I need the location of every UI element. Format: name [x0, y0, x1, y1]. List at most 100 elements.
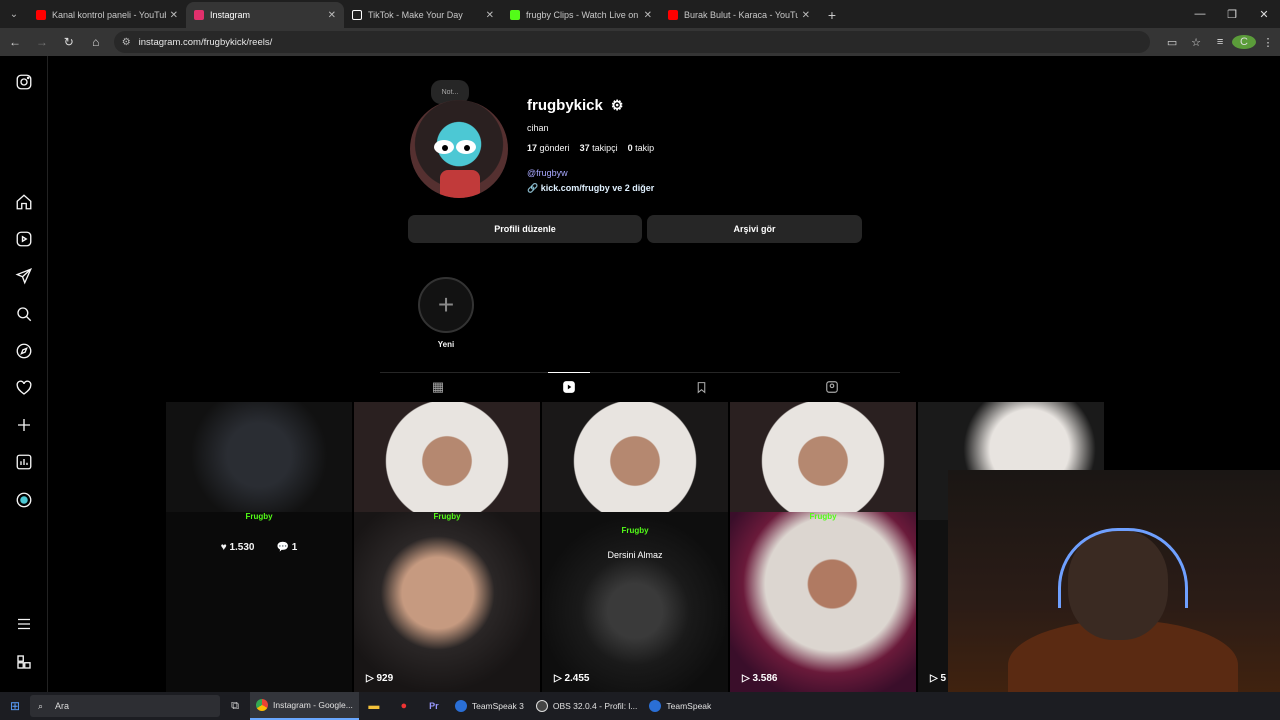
browser-tab-active[interactable]: Instagram ✕ [186, 2, 344, 28]
followers-count[interactable]: 37 takipçi [580, 143, 618, 153]
close-tab-icon[interactable]: ✕ [328, 10, 336, 21]
followers-number: 37 [579, 143, 590, 153]
following-count[interactable]: 0 takip [628, 143, 655, 153]
notifications-heart-icon[interactable] [14, 378, 34, 398]
link-icon: 🔗 [527, 183, 539, 193]
browser-tab[interactable]: Burak Bulut - Karaca - YouTube ✕ [660, 2, 818, 28]
reel-thumbnail-top [542, 402, 728, 520]
create-plus-icon[interactable] [14, 415, 34, 435]
reel-caption: Dersini Almaz [607, 550, 663, 560]
reel-item[interactable]: Frugby ▷ 3.586 [730, 402, 916, 692]
kick-favicon-icon [510, 10, 520, 20]
taskbar-item-teamspeak3[interactable]: TeamSpeak 3 [449, 692, 530, 720]
avatar-pupil [442, 145, 448, 151]
profile-avatar[interactable]: C [1232, 35, 1257, 49]
tab-search-icon[interactable]: ⌄ [0, 0, 28, 28]
window-controls: — ❐ ✕ [1184, 0, 1280, 28]
posts-count: 17 gönderi [527, 143, 570, 153]
url-field[interactable]: ⚙ instagram.com/frugbykick/reels/ [113, 31, 1151, 53]
new-tab-button[interactable]: + [818, 2, 846, 28]
profile-avatar-icon[interactable] [14, 490, 34, 510]
view-archive-button[interactable]: Arşivi gör [647, 215, 862, 243]
reel-hover-stats: ♥ 1.530 💬 1 [166, 542, 352, 553]
bio-link[interactable]: 🔗 kick.com/frugby ve 2 diğer [527, 183, 654, 194]
bio-link-text: kick.com/frugby ve 2 diğer [540, 183, 655, 193]
bookmark-star-icon[interactable]: ☆ [1184, 36, 1208, 49]
reel-item[interactable]: Frugby ♥ 1.530 💬 1 [166, 402, 352, 692]
profile-username: frugbykick ⚙ [527, 97, 623, 114]
messages-nav-icon[interactable] [14, 266, 34, 286]
media-icon[interactable]: ≡ [1208, 36, 1232, 48]
tab-title: frugby Clips - Watch Live on Ki [526, 10, 640, 20]
edit-profile-button[interactable]: Profili düzenle [408, 215, 642, 243]
taskbar-search-field[interactable]: ⌕ Ara [30, 695, 220, 717]
back-icon[interactable]: ← [3, 30, 27, 54]
close-tab-icon[interactable]: ✕ [802, 10, 810, 21]
posts-number: 17 [527, 143, 538, 153]
more-menu-icon[interactable] [14, 614, 34, 634]
threads-apps-icon[interactable] [14, 652, 34, 672]
search-nav-icon[interactable] [14, 304, 34, 324]
taskbar-item-label: Instagram - Google... [273, 700, 353, 710]
minimize-icon[interactable]: — [1184, 0, 1216, 28]
profile-full-name: cihan [527, 123, 549, 133]
reel-thumbnail-top [730, 402, 916, 520]
windows-start-icon[interactable]: ⊞ [0, 699, 30, 713]
posts-grid-tab-icon[interactable]: ▦ [430, 379, 446, 395]
site-info-icon[interactable]: ⚙ [122, 37, 131, 48]
reel-item[interactable]: Frugby Dersini Almaz ▷ 2.455 [542, 402, 728, 692]
comments-stat: 💬 1 [276, 542, 298, 553]
reload-icon[interactable]: ↻ [57, 30, 81, 54]
explore-nav-icon[interactable] [14, 341, 34, 361]
reel-thumbnail-bottom [730, 512, 916, 692]
restore-icon[interactable]: ❐ [1216, 0, 1248, 28]
reel-views: ▷ 2.455 [554, 673, 590, 684]
browser-tab[interactable]: TikTok - Make Your Day ✕ [344, 2, 502, 28]
following-label: takip [635, 143, 655, 153]
threads-handle-link[interactable]: @frugbyw [527, 168, 568, 178]
taskbar-item-obs[interactable]: OBS 32.0.4 - Profil: l... [530, 692, 644, 720]
profile-picture[interactable] [410, 100, 508, 198]
avatar-pupil [464, 145, 470, 151]
saved-tab-icon[interactable] [693, 379, 709, 395]
reel-item[interactable]: Frugby ▷ 929 [354, 402, 540, 692]
red-app-icon[interactable]: ● [389, 700, 419, 712]
kick-badge: Frugby [433, 512, 461, 521]
dashboard-icon[interactable] [14, 452, 34, 472]
tagged-tab-icon[interactable] [824, 379, 840, 395]
reel-views: ▷ 3.586 [742, 673, 778, 684]
cast-icon[interactable]: ▭ [1160, 36, 1184, 49]
url-text: instagram.com/frugbykick/reels/ [138, 36, 273, 48]
taskbar-item-teamspeak[interactable]: TeamSpeak [643, 692, 717, 720]
views-count: 5 [940, 673, 947, 684]
close-tab-icon[interactable]: ✕ [486, 10, 494, 21]
reels-nav-icon[interactable] [14, 229, 34, 249]
settings-gear-icon[interactable]: ⚙ [611, 97, 624, 114]
obs-icon [535, 700, 548, 712]
close-tab-icon[interactable]: ✕ [644, 10, 652, 21]
new-highlight-button[interactable]: + [418, 277, 474, 333]
teamspeak-icon [454, 700, 467, 712]
close-tab-icon[interactable]: ✕ [170, 10, 178, 21]
tiktok-favicon-icon [352, 10, 362, 20]
home-icon[interactable]: ⌂ [84, 30, 108, 54]
browser-tab[interactable]: frugby Clips - Watch Live on Ki ✕ [502, 2, 660, 28]
premiere-pro-icon[interactable]: Pr [419, 701, 449, 711]
tab-title: Instagram [210, 10, 251, 20]
address-toolbar: ← → ↻ ⌂ ⚙ instagram.com/frugbykick/reels… [0, 28, 1280, 56]
taskbar-item-chrome[interactable]: Instagram - Google... [250, 692, 359, 720]
file-explorer-icon[interactable]: ▬ [359, 700, 389, 712]
tab-title: Burak Bulut - Karaca - YouTube [684, 10, 798, 20]
instagram-logo-icon[interactable] [14, 72, 34, 92]
browser-tab[interactable]: Kanal kontrol paneli - YouTube ✕ [28, 2, 186, 28]
home-nav-icon[interactable] [14, 192, 34, 212]
views-count: 2.455 [564, 673, 590, 684]
reels-tab-icon[interactable] [561, 379, 577, 395]
comments-count: 1 [291, 542, 298, 553]
taskbar-search-label: Ara [55, 701, 70, 711]
menu-kebab-icon[interactable]: ⋮ [1256, 36, 1280, 49]
forward-icon[interactable]: → [30, 30, 54, 54]
task-view-icon[interactable]: ⧉ [220, 700, 250, 713]
close-window-icon[interactable]: ✕ [1248, 0, 1280, 28]
views-count: 3.586 [752, 673, 778, 684]
